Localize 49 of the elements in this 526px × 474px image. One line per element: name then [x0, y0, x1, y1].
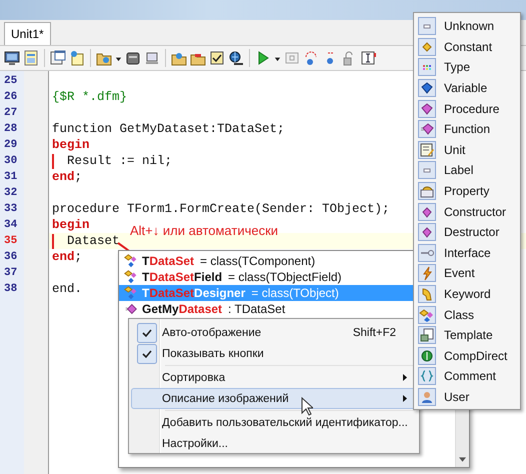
menu-item[interactable]: CompDirect	[416, 346, 518, 366]
menu-item[interactable]: Class	[416, 304, 518, 325]
line-number: 31	[3, 170, 18, 185]
menu-item[interactable]: Template	[416, 324, 518, 346]
code-text: end;	[52, 249, 82, 265]
line-number: 27	[3, 106, 18, 121]
line-number: 25	[3, 74, 18, 89]
menu-item[interactable]: Procedure	[416, 98, 518, 119]
menu-item[interactable]: Unit	[416, 140, 518, 160]
menu-item[interactable]: Добавить пользовательский идентификатор...	[131, 412, 417, 433]
line-number: 28	[3, 122, 18, 137]
line-number: 36	[3, 250, 18, 265]
code-text: procedure TForm1.FormCreate(Sender: TObject);	[52, 201, 390, 217]
code-text: {$R *.dfm}	[52, 89, 128, 105]
menu-item[interactable]: Constructor	[416, 201, 518, 222]
line-number: 35	[3, 234, 18, 249]
menu-item[interactable]: Comment	[416, 366, 518, 387]
line-number: 37	[3, 266, 18, 281]
line-number: 30	[3, 154, 18, 169]
code-text: Dataset	[67, 233, 120, 249]
editor-tab[interactable]: Unit1*	[4, 22, 51, 45]
code-text: begin	[52, 217, 90, 233]
line-number: 32	[3, 186, 18, 201]
line-number: 34	[3, 218, 18, 233]
code-text: end.	[52, 281, 82, 297]
line-number: 26	[3, 90, 18, 105]
line-number: 33	[3, 202, 18, 217]
menu-item[interactable]: Destructor	[416, 222, 518, 243]
code-text: begin	[52, 137, 90, 153]
menu-item[interactable]: User	[416, 386, 518, 408]
code-text: function GetMyDataset:TDataSet;	[52, 121, 285, 137]
menu-item[interactable]: Unknown	[416, 16, 518, 37]
code-text: Result := nil;	[67, 153, 172, 169]
annotation-text: Alt+↓ или автоматически	[130, 223, 278, 238]
menu-item[interactable]: Variable	[416, 78, 518, 98]
menu-item[interactable]: Property	[416, 180, 518, 202]
menu-item[interactable]: Event	[416, 263, 518, 284]
menu-item[interactable]: Показывать кнопки	[131, 343, 417, 364]
menu-item[interactable]: Interface	[416, 242, 518, 264]
menu-item[interactable]: Function	[416, 118, 518, 140]
line-number: 38	[3, 282, 18, 297]
line-number: 29	[3, 138, 18, 153]
menu-item[interactable]: Сортировка	[131, 367, 417, 388]
menu-item[interactable]: Label	[416, 160, 518, 181]
menu-item[interactable]: Type	[416, 57, 518, 78]
menu-item[interactable]: Constant	[416, 36, 518, 58]
menu-item[interactable]: Настройки...	[131, 433, 417, 454]
menu-item[interactable]: Авто-отображение Shift+F2	[131, 322, 417, 343]
code-text: end;	[52, 169, 82, 185]
